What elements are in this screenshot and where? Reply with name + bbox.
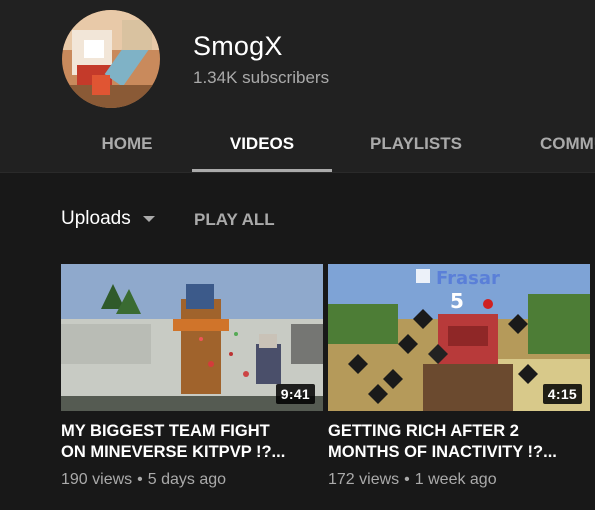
avatar[interactable] [62,10,160,108]
thumbnail-overlay-number: 5 [450,289,464,313]
video-meta: 190 views • 5 days ago [61,471,323,489]
view-count: 172 views [328,471,400,488]
thumbnail-overlay-text: Frasar [436,268,500,289]
uploads-dropdown[interactable]: Uploads [61,206,155,232]
channel-tabs: HOME VIDEOS PLAYLISTS COMMUNITY [0,118,595,172]
video-title[interactable]: MY BIGGEST TEAM FIGHT ON MINEVERSE KITPV… [61,421,323,463]
video-card[interactable]: 9:41 MY BIGGEST TEAM FIGHT ON MINEVERSE … [61,264,323,489]
video-meta: 172 views • 1 week ago [328,471,590,489]
uploads-label: Uploads [61,208,131,229]
duration-badge: 4:15 [542,384,582,404]
duration-badge: 9:41 [275,384,315,404]
channel-name: SmogX [193,31,283,61]
tab-home[interactable]: HOME [75,118,179,172]
video-title-line1: GETTING RICH AFTER 2 [328,422,519,440]
video-title-line2: ON MINEVERSE KITPVP !?... [61,443,286,461]
channel-header: SmogX 1.34K subscribers HOME VIDEOS PLAY… [0,0,595,173]
video-thumbnail[interactable]: Frasar 5 4:15 [328,264,590,411]
upload-age: 1 week ago [414,471,497,488]
avatar-image [62,10,160,108]
video-title-line1: MY BIGGEST TEAM FIGHT [61,422,270,440]
tab-community[interactable]: COMMUNITY [525,118,595,172]
view-count: 190 views [61,471,133,488]
caret-down-icon [142,216,155,222]
meta-separator: • [404,471,410,488]
uploads-bar: Uploads PLAY ALL [0,196,595,240]
tab-playlists[interactable]: PLAYLISTS [344,118,488,172]
video-title-line2: MONTHS OF INACTIVITY !?... [328,443,557,461]
video-title[interactable]: GETTING RICH AFTER 2 MONTHS OF INACTIVIT… [328,421,590,463]
video-thumbnail[interactable]: 9:41 [61,264,323,411]
tab-videos[interactable]: VIDEOS [192,118,332,172]
subscriber-count: 1.34K subscribers [193,68,330,87]
meta-separator: • [137,471,143,488]
play-all-button[interactable]: PLAY ALL [194,210,275,230]
upload-age: 5 days ago [147,471,227,488]
channel-page: SmogX 1.34K subscribers HOME VIDEOS PLAY… [0,0,595,510]
video-card[interactable]: Frasar 5 4:15 GETTING RICH AFTER 2 MONTH… [328,264,590,489]
